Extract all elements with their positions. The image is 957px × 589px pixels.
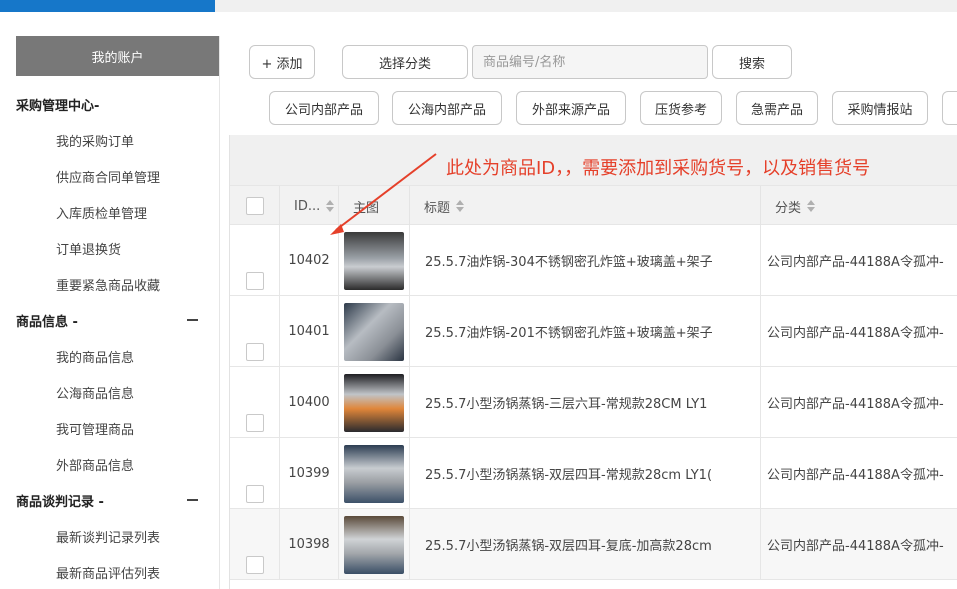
sidebar-item-inspection[interactable]: 入库质检单管理 [0,194,220,230]
row-checkbox[interactable] [245,272,264,290]
row-checkbox-cell [230,438,280,509]
search-button[interactable]: 搜索 [712,45,792,79]
product-title[interactable]: 25.5.7油炸锅-304不锈钢密孔炸篮+玻璃盖+架子 [410,225,761,296]
section-title: 采购管理中心- [16,98,100,114]
section-title: 商品谈判记录 - [16,494,104,510]
sort-icon[interactable] [807,200,816,212]
product-id: 10399 [280,438,339,509]
sidebar-item-evaluations[interactable]: 最新商品评估列表 [0,554,220,589]
sidebar-section-negotiation[interactable]: 商品谈判记录 - [0,482,220,518]
column-title[interactable]: 标题 [410,186,761,226]
annotation-note: 此处为商品ID，，需要添加到采购货号，以及销售货号 [446,158,871,179]
product-thumbnail[interactable] [344,302,404,361]
image-cell [339,509,410,580]
row-checkbox-cell [230,367,280,438]
row-checkbox[interactable] [245,343,264,361]
product-title[interactable]: 25.5.7小型汤锅蒸锅-双层四耳-常规款28cm LY1( [410,438,761,509]
row-checkbox-cell [230,296,280,367]
table-row[interactable]: 10399 25.5.7小型汤锅蒸锅-双层四耳-常规款28cm LY1( 公司内… [230,438,957,509]
main-content: + 添加 选择分类 搜索 公司内部产品 公海内部产品 外部来源产品 压货参考 急… [229,36,957,589]
table-row[interactable]: 10402 25.5.7油炸锅-304不锈钢密孔炸篮+玻璃盖+架子 公司内部产品… [230,225,957,296]
product-category: 公司内部产品-44188A令孤冲- [767,468,944,483]
row-checkbox-cell [230,225,280,296]
product-title[interactable]: 25.5.7油炸锅-201不锈钢密孔炸篮+玻璃盖+架子 [410,296,761,367]
row-checkbox-cell [230,509,280,580]
column-category[interactable]: 分类 [761,186,957,226]
image-cell [339,225,410,296]
sidebar-item-public-products[interactable]: 公海商品信息 [0,374,220,410]
product-id: 10401 [280,296,339,367]
select-all-cell [230,186,280,226]
filter-purchase-intel[interactable]: 采购情报站 [832,91,928,125]
select-all-checkbox[interactable] [245,197,264,215]
column-id[interactable]: ID... [280,186,339,226]
sidebar: 我的账户 采购管理中心- 我的采购订单 供应商合同单管理 入库质检单管理 订单退… [0,36,220,589]
table-row[interactable]: 10400 25.5.7小型汤锅蒸锅-三层六耳-常规款28CM LY1 公司内部… [230,367,957,438]
image-cell [339,296,410,367]
filter-company-internal[interactable]: 公司内部产品 [269,91,379,125]
sidebar-item-returns[interactable]: 订单退换货 [0,230,220,266]
my-account-button[interactable]: 我的账户 [16,36,219,76]
collapse-icon[interactable] [187,319,198,321]
sidebar-section-purchase[interactable]: 采购管理中心- [0,86,220,122]
table-row[interactable]: 10401 25.5.7油炸锅-201不锈钢密孔炸篮+玻璃盖+架子 公司内部产品… [230,296,957,367]
sort-icon[interactable] [456,200,465,212]
sidebar-item-supplier-contracts[interactable]: 供应商合同单管理 [0,158,220,194]
sort-icon[interactable] [326,200,335,212]
sidebar-item-my-products[interactable]: 我的商品信息 [0,338,220,374]
filter-stock-reference[interactable]: 压货参考 [640,91,722,125]
top-active-tab[interactable] [0,0,215,12]
search-input[interactable] [472,45,708,79]
row-checkbox[interactable] [245,556,264,574]
sidebar-section-products[interactable]: 商品信息 - [0,302,220,338]
add-button[interactable]: + 添加 [249,45,315,79]
sidebar-item-managed-products[interactable]: 我可管理商品 [0,410,220,446]
collapse-icon[interactable] [187,499,198,501]
product-id: 10398 [280,509,339,580]
column-image: 主图 [339,186,410,226]
product-category: 公司内部产品-44188A令孤冲- [767,539,944,554]
sidebar-item-negotiation-records[interactable]: 最新谈判记录列表 [0,518,220,554]
table-header: ID... 主图 标题 分类 [230,185,957,226]
sidebar-item-favorites[interactable]: 重要紧急商品收藏 [0,266,220,302]
table-row[interactable]: 10398 25.5.7小型汤锅蒸锅-双层四耳-复底-加高款28cm 公司内部产… [230,509,957,580]
row-checkbox[interactable] [245,414,264,432]
product-category: 公司内部产品-44188A令孤冲- [767,326,944,341]
product-thumbnail[interactable] [344,444,404,503]
filter-urgent[interactable]: 急需产品 [736,91,818,125]
product-category: 公司内部产品-44188A令孤冲- [767,255,944,270]
image-cell [339,438,410,509]
select-category-button[interactable]: 选择分类 [342,45,468,79]
product-table: ID... 主图 标题 分类 10402 25.5.7油炸锅-304不锈钢密孔炸… [229,135,957,589]
product-thumbnail[interactable] [344,231,404,290]
product-thumbnail[interactable] [344,373,404,432]
sidebar-item-purchase-orders[interactable]: 我的采购订单 [0,122,220,158]
product-title[interactable]: 25.5.7小型汤锅蒸锅-三层六耳-常规款28CM LY1 [410,367,761,438]
image-cell [339,367,410,438]
product-category: 公司内部产品-44188A令孤冲- [767,397,944,412]
product-title[interactable]: 25.5.7小型汤锅蒸锅-双层四耳-复底-加高款28cm [410,509,761,580]
sidebar-menu: 采购管理中心- 我的采购订单 供应商合同单管理 入库质检单管理 订单退换货 重要… [0,86,220,589]
product-id: 10400 [280,367,339,438]
filter-external-source[interactable]: 外部来源产品 [516,91,626,125]
section-title: 商品信息 - [16,314,78,330]
filter-more-clipped[interactable] [942,91,957,125]
filter-public-internal[interactable]: 公海内部产品 [392,91,502,125]
row-checkbox[interactable] [245,485,264,503]
product-id: 10402 [280,225,339,296]
sidebar-item-external-products[interactable]: 外部商品信息 [0,446,220,482]
product-thumbnail[interactable] [344,515,404,574]
